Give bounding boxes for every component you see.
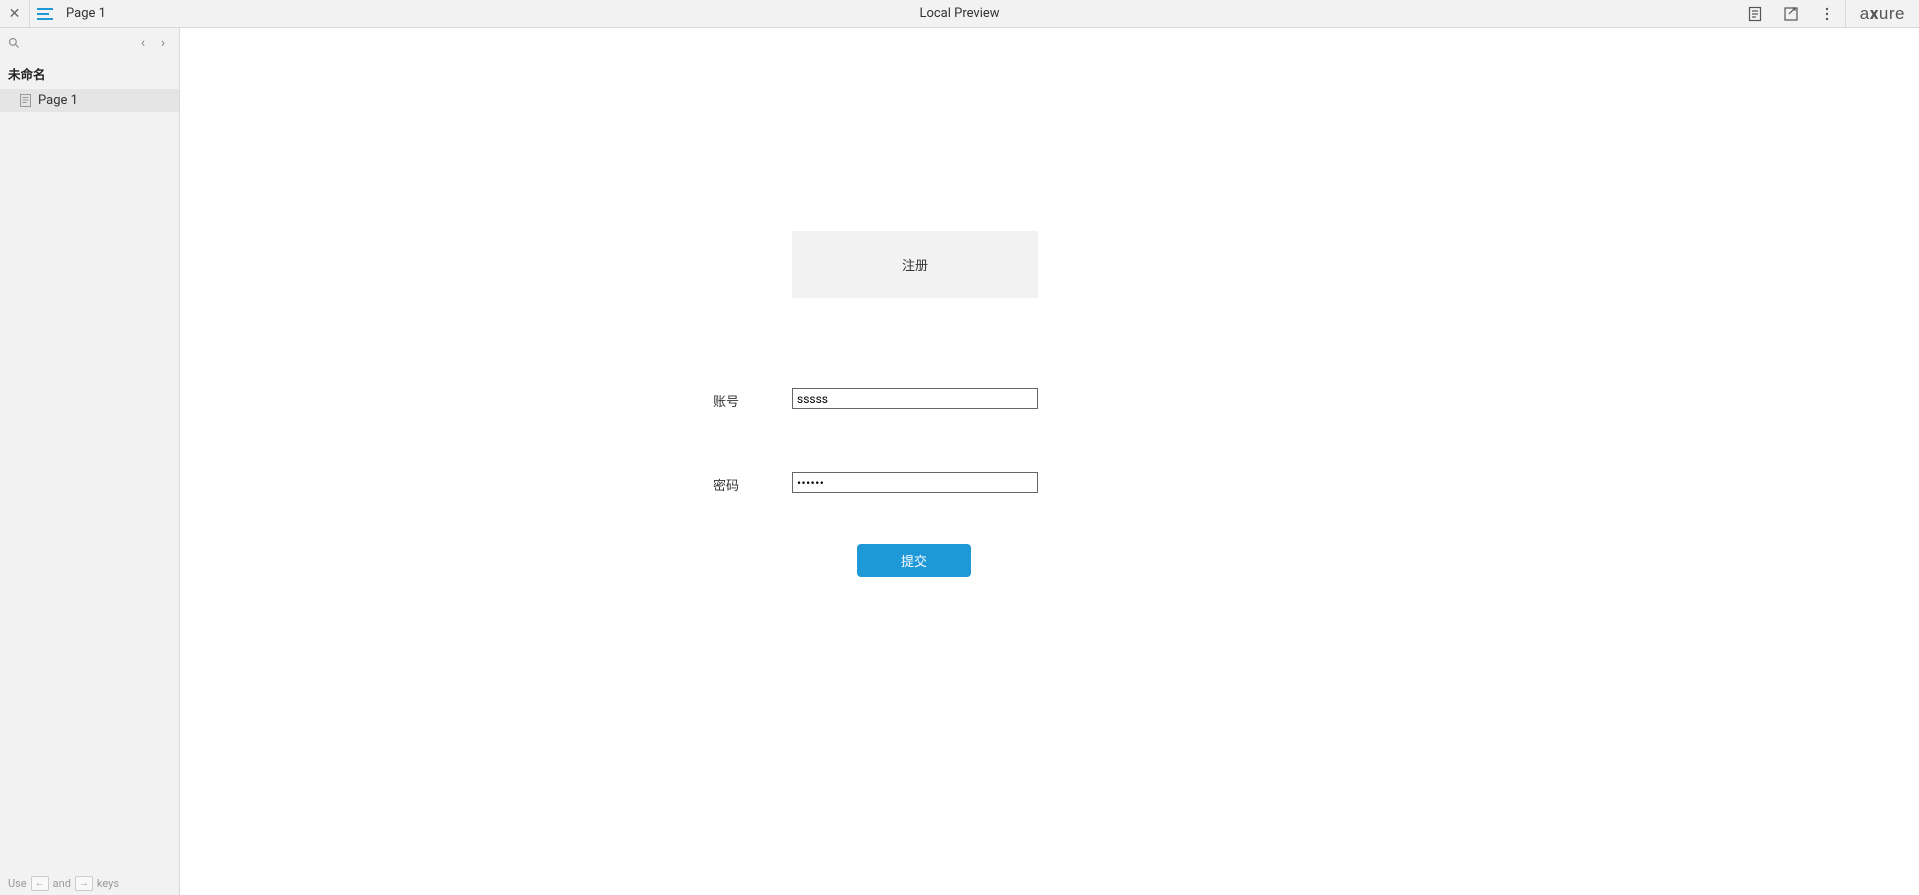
chevron-right-icon: › (161, 35, 165, 51)
exit-frame-button[interactable] (1773, 0, 1809, 28)
hint-keys: keys (97, 877, 119, 890)
current-page-name: Page 1 (66, 6, 106, 21)
preview-canvas: 注册 账号 密码 提交 (180, 28, 1919, 895)
chevron-left-icon: ‹ (141, 35, 145, 51)
next-page-button[interactable]: › (155, 35, 171, 51)
right-arrow-key-icon: → (75, 876, 93, 891)
close-button[interactable]: ✕ (0, 0, 30, 28)
more-vertical-icon (1819, 6, 1835, 22)
account-label: 账号 (713, 391, 739, 410)
topbar-right: axure (1737, 0, 1919, 28)
account-input[interactable] (792, 388, 1038, 409)
password-input[interactable] (792, 472, 1038, 493)
password-label: 密码 (713, 475, 739, 494)
preview-title: Local Preview (919, 6, 999, 21)
sidebar-page-label: Page 1 (38, 93, 78, 108)
hint-use: Use (8, 877, 27, 890)
notes-icon (1747, 6, 1763, 22)
more-button[interactable] (1809, 0, 1845, 28)
sidebar-toolbar: ‹ › (0, 28, 179, 58)
form-header-text: 注册 (902, 255, 928, 274)
submit-button[interactable]: 提交 (857, 544, 971, 577)
page-nav-arrows: ‹ › (135, 35, 171, 51)
page-icon (20, 94, 31, 107)
sidebar-page-item[interactable]: Page 1 (0, 89, 179, 112)
submit-button-label: 提交 (901, 551, 927, 570)
sidebar: ‹ › 未命名 Page 1 Use ← and → keys (0, 28, 180, 895)
keyboard-hint: Use ← and → keys (0, 872, 179, 895)
form-header: 注册 (792, 231, 1038, 298)
prev-page-button[interactable]: ‹ (135, 35, 151, 51)
exit-frame-icon (1783, 6, 1799, 22)
search-icon (8, 37, 20, 49)
hint-and: and (53, 877, 71, 890)
close-icon: ✕ (9, 6, 21, 22)
menu-button[interactable] (30, 0, 60, 28)
topbar: ✕ Page 1 Local Preview (0, 0, 1919, 28)
left-arrow-key-icon: ← (31, 876, 49, 891)
notes-button[interactable] (1737, 0, 1773, 28)
axure-logo[interactable]: axure (1846, 4, 1919, 24)
hamburger-icon (37, 8, 53, 20)
project-title: 未命名 (0, 58, 179, 89)
search-button[interactable] (8, 34, 20, 53)
